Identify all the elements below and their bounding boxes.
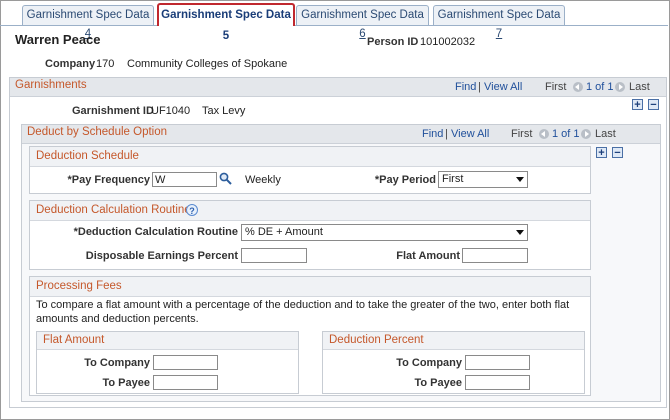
pay-frequency-description: Weekly: [245, 174, 281, 186]
next-arrow-icon[interactable]: [615, 82, 625, 92]
deduct-find-link[interactable]: Find: [422, 128, 443, 140]
pay-period-value: First: [442, 173, 464, 185]
deduction-percent-fees-header: Deduction Percent: [323, 332, 584, 350]
previous-arrow-icon[interactable]: [573, 82, 583, 92]
deduction-calculation-routine-header: Deduction Calculation Routine: [30, 201, 590, 221]
garnishments-header: Garnishments: [10, 78, 666, 97]
flat-amount-fees-title: Flat Amount: [43, 334, 105, 346]
person-id-label: Person ID: [367, 36, 419, 48]
deduction-schedule-title: Deduction Schedule: [36, 150, 139, 162]
flat-to-payee-input[interactable]: [153, 375, 218, 390]
lookup-magnifier-icon[interactable]: [219, 172, 232, 185]
pay-frequency-input[interactable]: W: [152, 172, 217, 187]
processing-fees-title: Processing Fees: [36, 280, 122, 292]
deduct-first-label: First: [511, 128, 533, 140]
tab-label: Garnishment Spec Data: [301, 9, 424, 21]
garnishment-id-value: UF1040: [151, 105, 191, 117]
employee-name: Warren Peace: [15, 32, 101, 47]
tab-label: Garnishment Spec Data: [437, 9, 561, 21]
deduction-schedule-header: Deduction Schedule: [30, 147, 590, 167]
processing-fees-header: Processing Fees: [30, 277, 590, 297]
deduction-calculation-routine-select[interactable]: % DE + Amount: [241, 224, 528, 241]
flat-to-payee-label: To Payee: [102, 377, 151, 389]
disposable-earnings-percent-label: Disposable Earnings Percent: [85, 250, 238, 262]
flat-amount-label: Flat Amount: [396, 250, 460, 262]
deduction-calculation-routine-title: Deduction Calculation Routine: [36, 204, 191, 216]
company-name: Community Colleges of Spokane: [127, 58, 288, 70]
garnishment-id-label: Garnishment ID: [72, 105, 154, 117]
help-icon[interactable]: ?: [186, 204, 198, 216]
company-code: 170: [96, 58, 115, 70]
garnishments-first-label: First: [545, 81, 567, 93]
pay-period-label: *Pay Period: [374, 174, 436, 186]
pay-period-select[interactable]: First: [438, 171, 528, 188]
flat-amount-fees-header: Flat Amount: [37, 332, 298, 350]
percent-to-payee-label: To Payee: [414, 377, 463, 389]
percent-to-payee-input[interactable]: [465, 375, 530, 390]
person-id-value: 101002032: [420, 36, 476, 48]
separator: |: [478, 81, 481, 93]
deduct-view-all-link[interactable]: View All: [451, 128, 489, 140]
flat-amount-input[interactable]: [462, 248, 528, 263]
disposable-earnings-percent-input[interactable]: [241, 248, 307, 263]
pay-frequency-label: *Pay Frequency: [67, 174, 150, 186]
tab-label: Garnishment Spec Data: [26, 9, 150, 21]
separator: |: [445, 128, 448, 140]
tab-divider: [0, 25, 668, 26]
deduction-calculation-routine-value: % DE + Amount: [245, 226, 323, 238]
previous-arrow-icon[interactable]: [539, 129, 549, 139]
garnishments-view-all-link[interactable]: View All: [484, 81, 522, 93]
deduction-percent-fees-title: Deduction Percent: [329, 334, 424, 346]
delete-row-minus-icon[interactable]: −: [612, 147, 623, 159]
garnishments-row-count: 1 of 1: [586, 81, 614, 93]
dropdown-arrow-icon: [516, 177, 524, 182]
garnishments-find-link[interactable]: Find: [455, 81, 476, 93]
dropdown-arrow-icon: [516, 230, 524, 235]
deduct-last-label: Last: [595, 128, 616, 140]
next-arrow-icon[interactable]: [581, 129, 591, 139]
deduct-title: Deduct by Schedule Option: [27, 126, 168, 138]
tab-garnishment-spec-data-7[interactable]: Garnishment Spec Data 7: [433, 5, 565, 40]
add-row-plus-icon[interactable]: +: [596, 147, 607, 159]
tab-garnishment-spec-data-4[interactable]: Garnishment Spec Data 4: [22, 5, 154, 40]
garnishments-title: Garnishments: [15, 79, 87, 91]
processing-fees-note: To compare a flat amount with a percenta…: [36, 299, 570, 325]
garnishments-last-label: Last: [629, 81, 650, 93]
tab-mnemonic: 7: [495, 28, 503, 40]
garnishment-id-description: Tax Levy: [202, 105, 246, 117]
flat-to-company-input[interactable]: [153, 355, 218, 370]
tab-mnemonic: 6: [359, 28, 366, 40]
company-label: Company: [45, 58, 96, 70]
delete-row-minus-icon[interactable]: −: [648, 99, 659, 111]
deduction-calculation-routine-label: *Deduction Calculation Routine: [73, 226, 238, 238]
flat-to-company-label: To Company: [84, 357, 150, 369]
tab-garnishment-spec-data-6[interactable]: Garnishment Spec Data 6: [296, 5, 429, 40]
percent-to-company-label: To Company: [396, 357, 462, 369]
deduct-row-count: 1 of 1: [552, 128, 580, 140]
tab-garnishment-spec-data-5[interactable]: Garnishment Spec Data 5: [157, 3, 295, 42]
add-row-plus-icon[interactable]: +: [632, 99, 643, 111]
percent-to-company-input[interactable]: [465, 355, 530, 370]
